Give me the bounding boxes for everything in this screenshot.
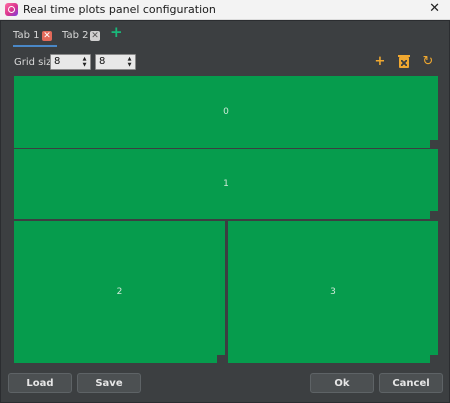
window-title: Real time plots panel configuration [23,3,216,16]
plot-cell[interactable]: 0 [14,76,438,148]
plot-cell-label: 0 [223,107,229,117]
spin-arrows-icon[interactable]: ▲ ▼ [81,56,88,68]
plot-cell-label: 1 [223,179,229,189]
dialog-content: Tab 1 ✕ Tab 2 ✕ + Grid size 8 ▲ ▼ 8 ▲ ▼ + … [1,21,449,402]
plot-cell[interactable]: 2 [14,221,225,363]
grid-cols-spinbox[interactable]: 8 ▲ ▼ [95,54,136,70]
ok-button[interactable]: Ok [310,373,374,393]
resize-handle-icon[interactable] [217,355,225,363]
spin-arrows-icon[interactable]: ▲ ▼ [126,56,133,68]
tab-1[interactable]: Tab 1 ✕ [13,28,57,47]
tab-2-close-icon[interactable]: ✕ [90,31,100,41]
resize-handle-icon[interactable] [430,355,438,363]
add-plot-button[interactable]: + [373,55,387,69]
load-button[interactable]: Load [8,373,72,393]
trash-icon [398,55,410,68]
refresh-button[interactable]: ↻ [421,55,435,69]
grid-rows-spinbox[interactable]: 8 ▲ ▼ [50,54,91,70]
plot-cell[interactable]: 1 [14,149,438,219]
window-close-button[interactable]: ✕ [429,2,440,16]
grid-rows-value: 8 [54,56,61,67]
delete-plot-button[interactable] [397,55,411,69]
cancel-button[interactable]: Cancel [379,373,443,393]
app-logo-icon [5,3,18,16]
tab-1-label: Tab 1 [13,30,40,41]
title-bar: Real time plots panel configuration ✕ [0,0,450,20]
tab-2-label: Tab 2 [62,30,89,41]
grid-cols-value: 8 [99,56,106,67]
add-tab-button[interactable]: + [110,25,123,40]
tab-2[interactable]: Tab 2 ✕ [62,28,102,46]
resize-handle-icon[interactable] [430,140,438,148]
resize-handle-icon[interactable] [430,211,438,219]
plot-cell[interactable]: 3 [228,221,438,363]
tab-1-close-icon[interactable]: ✕ [42,31,52,41]
plot-cell-label: 3 [330,287,336,297]
plot-cell-label: 2 [116,287,123,297]
save-button[interactable]: Save [77,373,141,393]
